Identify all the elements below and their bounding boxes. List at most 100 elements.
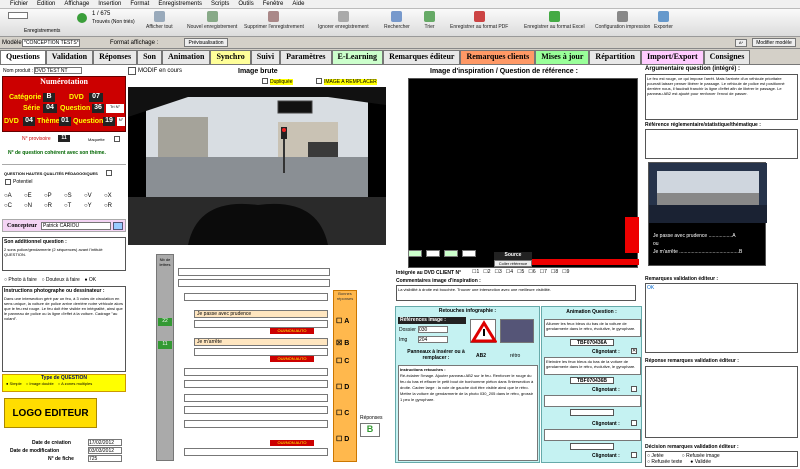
concepteur-select[interactable]: Patrick CARIOU	[41, 222, 111, 230]
dvd-client-checkbox-3[interactable]: ☐4	[506, 269, 513, 276]
preview-button[interactable]: Prévisualisation	[184, 38, 228, 47]
inspiration-image[interactable]	[408, 78, 639, 268]
animation-text-3[interactable]	[544, 395, 641, 407]
menu-item-5[interactable]: Enregistrements	[158, 1, 202, 7]
answer-input-top-2[interactable]	[178, 279, 330, 287]
serie-field[interactable]: 04	[43, 104, 57, 113]
clignotant-checkbox-1[interactable]: ✕	[631, 348, 637, 354]
answer-c-field[interactable]	[184, 368, 328, 376]
dupliquee-checkbox[interactable]	[262, 78, 268, 84]
radio-type-multiple[interactable]: ○ A zones multiples	[58, 381, 92, 386]
answer-input-top-1[interactable]	[178, 268, 330, 276]
tab-0[interactable]: Questions	[0, 50, 46, 64]
good-answer-1[interactable]: ☒ B	[336, 339, 349, 347]
animation-code-1[interactable]: TBF070436A	[570, 339, 614, 346]
question-thumbnail[interactable]: Je passe avec prudence .................…	[648, 162, 767, 266]
clignotant-checkbox-3[interactable]	[631, 420, 637, 426]
dvd-client-checkbox-1[interactable]: ☐2	[483, 269, 490, 276]
swatch-1[interactable]	[408, 250, 422, 257]
letter-radio-letters_row1-5[interactable]: ○X	[104, 193, 112, 199]
animation-code-3[interactable]	[570, 409, 614, 416]
good-answer-4[interactable]: ☐ C	[336, 409, 349, 417]
concepteur-icon[interactable]	[113, 222, 123, 230]
panneau-ab2-icon[interactable]	[470, 319, 498, 343]
save-excel-button[interactable]: Enregistrer au format Excel	[524, 11, 585, 30]
sort-button[interactable]: Trier	[424, 11, 435, 30]
provisoire-field[interactable]: 11	[58, 135, 70, 142]
menu-item-8[interactable]: Fenêtre	[263, 1, 284, 7]
swatch-3[interactable]	[444, 250, 458, 257]
model-select[interactable]: *CONCEPTION TESTS*	[22, 39, 80, 47]
letter-radio-letters_row2-4[interactable]: ○Y	[84, 203, 92, 209]
menu-item-7[interactable]: Outils	[238, 1, 253, 7]
dvd-client-checkbox-7[interactable]: ☐8	[551, 269, 558, 276]
answer-d-line2[interactable]	[184, 406, 328, 414]
menu-item-4[interactable]: Format	[130, 1, 149, 7]
good-answer-2[interactable]: ☐ C	[336, 357, 349, 365]
answer-a-auto-button[interactable]: OUI/NON AUTO	[270, 328, 314, 334]
menu-item-3[interactable]: Insertion	[98, 1, 121, 7]
reponse-remarques-field[interactable]	[645, 366, 798, 438]
retouches-instructions-box[interactable]: Instructions retouches : Ré-éclairer l'i…	[398, 365, 538, 461]
reponses-value[interactable]: B	[360, 423, 380, 437]
export-button[interactable]: Exporter	[654, 11, 673, 30]
book-icon[interactable]	[77, 13, 87, 23]
radio-refusee-texte[interactable]: ○ Refusée texte	[647, 459, 682, 465]
answer-d-field[interactable]	[184, 394, 328, 402]
radio-photo-a-faire[interactable]: ○ Photo à faire	[4, 277, 37, 283]
answer-input-row[interactable]	[184, 293, 328, 301]
letter-radio-letters_row1-1[interactable]: ○E	[24, 193, 32, 199]
radio-douteux[interactable]: ○ Douteux à faire	[41, 277, 79, 283]
print-config-button[interactable]: Configuration impression	[595, 11, 650, 30]
tab-11[interactable]: Mises à jour	[535, 50, 590, 64]
answer-a-line2[interactable]	[194, 320, 328, 328]
letter-radio-letters_row2-1[interactable]: ○N	[24, 203, 32, 209]
answer-c-line2[interactable]	[184, 380, 328, 388]
animation-text-1[interactable]: Allumer les feux bleus du bas de la voit…	[544, 319, 641, 337]
tab-10[interactable]: Remarques clients	[460, 50, 536, 64]
dvd-client-checkbox-6[interactable]: ☐7	[540, 269, 547, 276]
dvd-client-checkbox-8[interactable]: ☐9	[562, 269, 569, 276]
letter-radio-letters_row1-2[interactable]: ○P	[44, 193, 52, 199]
maquette-checkbox[interactable]	[114, 136, 120, 142]
dvd-client-checkbox-5[interactable]: ☐6	[528, 269, 535, 276]
menu-item-9[interactable]: Aide	[292, 1, 304, 7]
img-field[interactable]: 204	[418, 336, 448, 343]
answer-e-field[interactable]	[184, 420, 328, 428]
dvd2-field[interactable]: 04	[23, 117, 35, 126]
animation-code-4[interactable]	[570, 443, 614, 450]
categorie-field[interactable]: B	[43, 93, 55, 102]
animation-code-2[interactable]: TBF070436B	[570, 377, 614, 384]
hautes-qualites-checkbox[interactable]	[106, 170, 112, 176]
radio-validee[interactable]: ● Validée	[690, 459, 711, 465]
font-size-button[interactable]: A*	[735, 39, 747, 47]
delete-record-button[interactable]: Supprimer l'enregistrement	[244, 11, 304, 30]
swatch-4[interactable]	[462, 250, 476, 257]
answer-b-auto-button[interactable]: OUI/NON AUTO	[270, 356, 314, 362]
answer-e-auto-button[interactable]: OUI/NON AUTO	[270, 440, 314, 446]
tab-2[interactable]: Réponses	[93, 50, 138, 64]
tab-7[interactable]: Paramètres	[280, 50, 332, 64]
retro-thumbnail[interactable]	[500, 319, 534, 343]
tri-number-field[interactable]: Tri N°	[106, 104, 124, 113]
dvd-client-checkbox-4[interactable]: ☐5	[517, 269, 524, 276]
clignotant-checkbox-4[interactable]	[631, 452, 637, 458]
product-name-field[interactable]: DVD TEST NT	[34, 67, 82, 74]
menu-item-0[interactable]: Fichier	[10, 1, 28, 7]
son-additionnel-text[interactable]: 2 sons police/gendarmerie (2 séquences) …	[3, 246, 125, 258]
menu-item-6[interactable]: Scripts	[211, 1, 229, 7]
image-remplacer-checkbox[interactable]	[316, 78, 322, 84]
edit-model-button[interactable]: Modifier modèle	[752, 38, 796, 47]
tab-3[interactable]: Son	[137, 50, 162, 64]
record-slider[interactable]	[8, 12, 28, 19]
answer-b-field[interactable]: Je m'arrête	[194, 338, 328, 346]
animation-text-2[interactable]: Eteindre les feux bleus du bas de la voi…	[544, 357, 641, 375]
letter-radio-letters_row1-0[interactable]: ○A	[4, 193, 12, 199]
answer-b-line2[interactable]	[194, 348, 328, 356]
answer-a-field[interactable]: Je passe avec prudence	[194, 310, 328, 318]
radio-type-simple[interactable]: ● Simple	[6, 381, 22, 386]
letter-radio-letters_row2-3[interactable]: ○T	[64, 203, 71, 209]
tab-14[interactable]: Consignes	[703, 50, 751, 64]
menu-item-1[interactable]: Edition	[37, 1, 55, 7]
fiche-number-field[interactable]: 725	[88, 455, 122, 462]
